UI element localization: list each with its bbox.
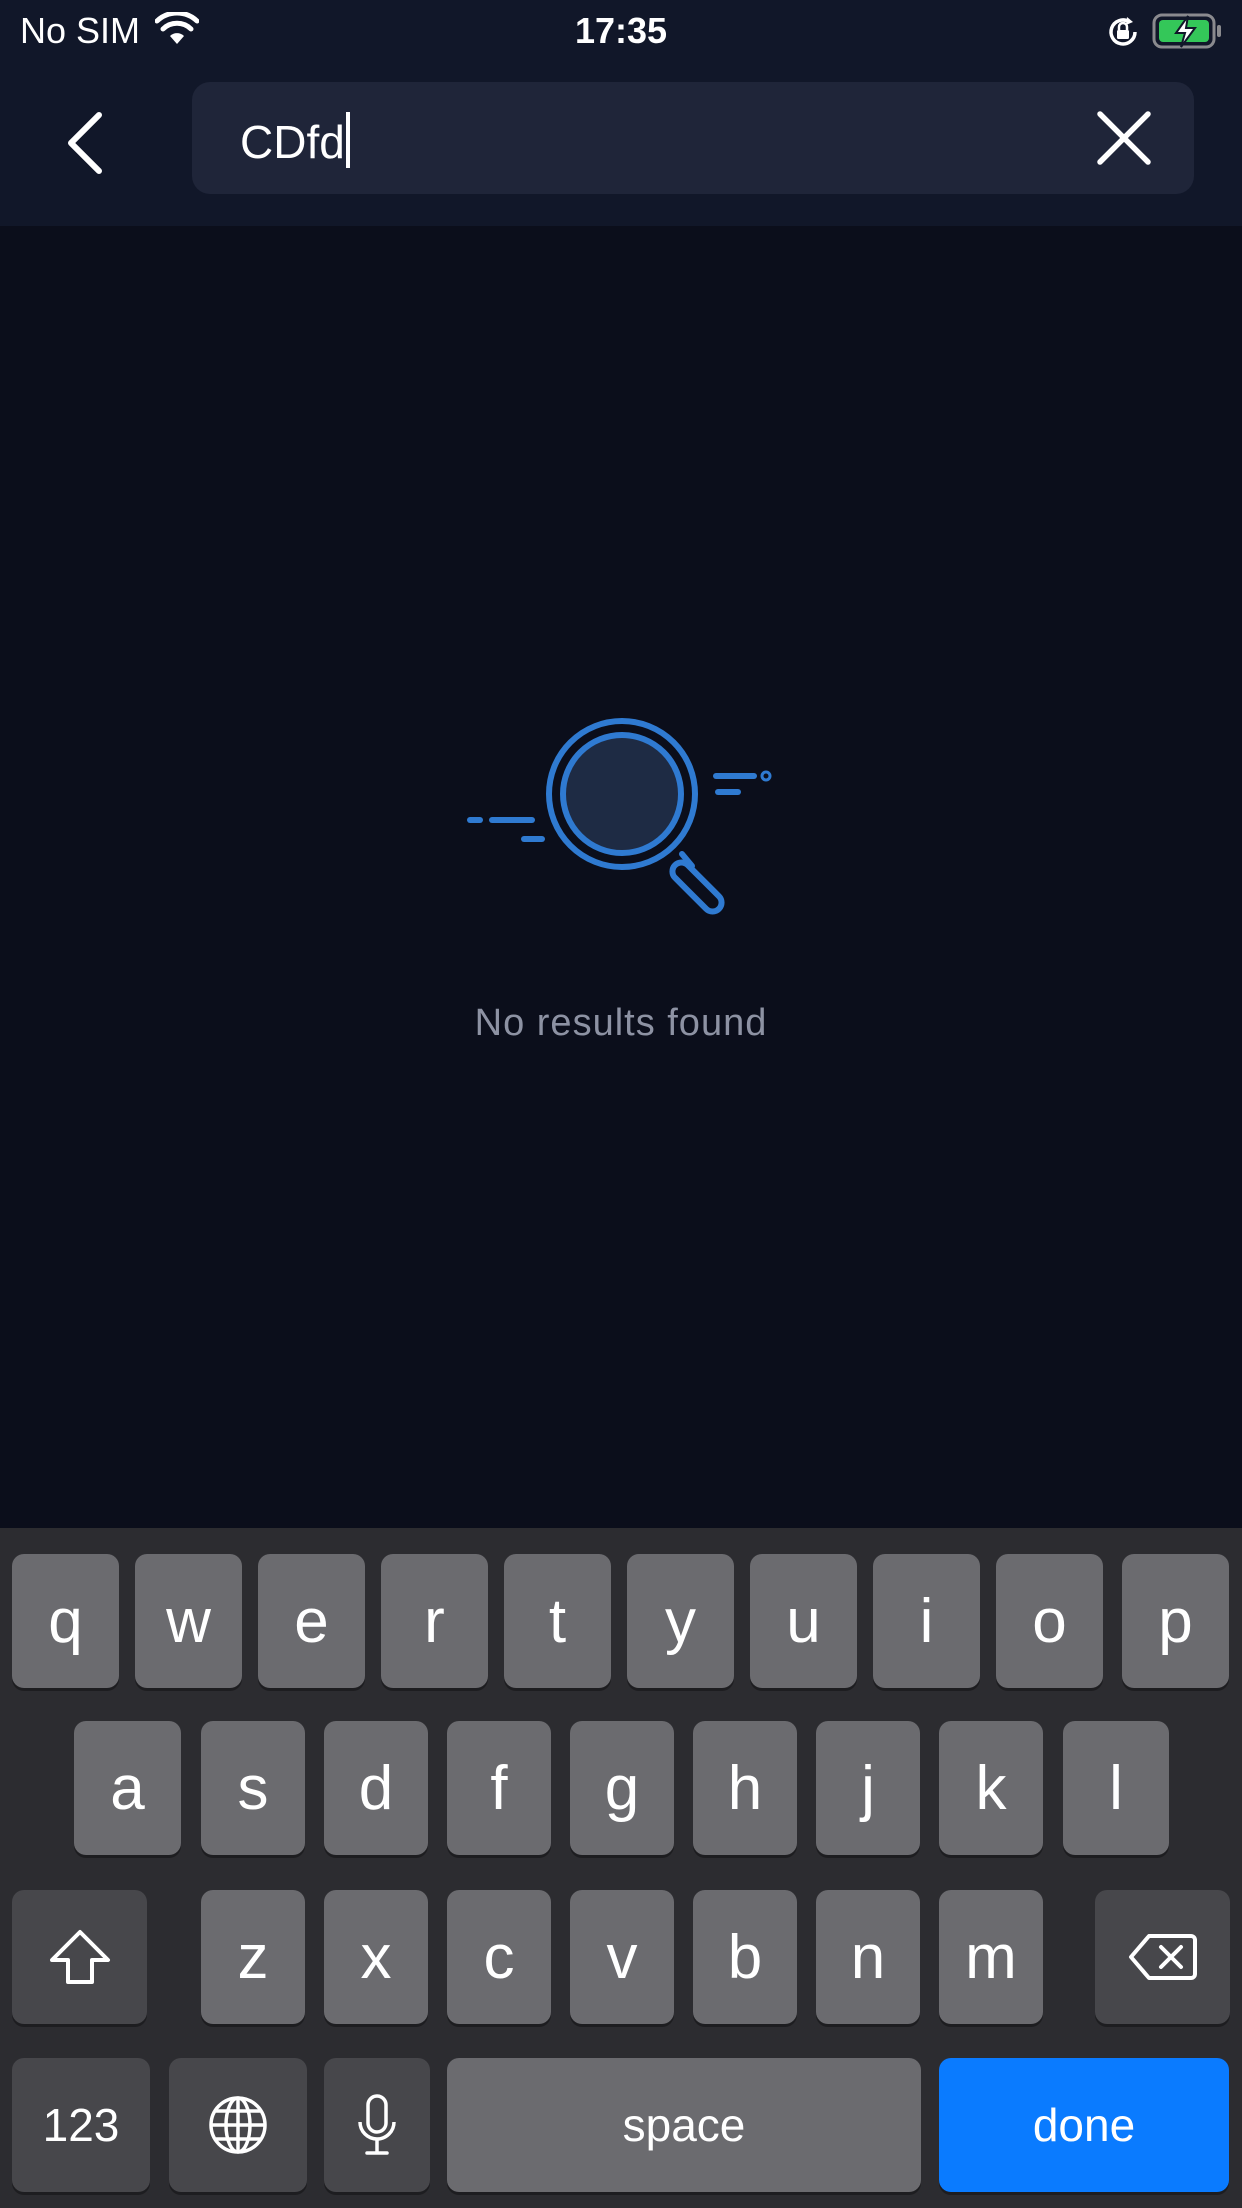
key-a[interactable]: a — [74, 1721, 181, 1855]
key-u[interactable]: u — [750, 1554, 857, 1688]
clock: 17:35 — [574, 10, 668, 51]
key-e[interactable]: e — [258, 1554, 365, 1688]
dictation-key[interactable] — [324, 2058, 430, 2192]
globe-icon — [209, 2096, 267, 2154]
search-header: CDfd — [0, 62, 1242, 226]
key-n[interactable]: n — [816, 1890, 920, 2024]
results-area: No results found — [0, 226, 1242, 1528]
key-w[interactable]: w — [135, 1554, 242, 1688]
microphone-icon — [358, 2094, 396, 2155]
key-j[interactable]: j — [816, 1721, 920, 1855]
clear-search-button[interactable] — [1094, 108, 1154, 168]
key-i[interactable]: i — [873, 1554, 980, 1688]
backspace-icon — [1128, 1934, 1197, 1980]
key-k[interactable]: k — [939, 1721, 1043, 1855]
empty-state-message: No results found — [474, 1002, 768, 1044]
key-l[interactable]: l — [1063, 1721, 1169, 1855]
key-o[interactable]: o — [996, 1554, 1103, 1688]
key-v[interactable]: v — [570, 1890, 674, 2024]
status-bar: No SIM 17:35 — [0, 0, 1242, 62]
battery-charging-icon — [1152, 12, 1224, 55]
numbers-key[interactable]: 123 — [12, 2058, 150, 2192]
key-g[interactable]: g — [570, 1721, 674, 1855]
key-x[interactable]: x — [324, 1890, 428, 2024]
done-key[interactable]: done — [939, 2058, 1229, 2192]
key-t[interactable]: t — [504, 1554, 611, 1688]
shift-key[interactable] — [12, 1890, 147, 2024]
backspace-key[interactable] — [1095, 1890, 1230, 2024]
key-p[interactable]: p — [1122, 1554, 1229, 1688]
orientation-lock-icon — [1105, 14, 1141, 55]
back-button[interactable] — [50, 98, 120, 188]
globe-key[interactable] — [169, 2058, 307, 2192]
close-icon — [1097, 111, 1151, 165]
key-z[interactable]: z — [201, 1890, 305, 2024]
key-y[interactable]: y — [627, 1554, 734, 1688]
key-h[interactable]: h — [693, 1721, 797, 1855]
key-f[interactable]: f — [447, 1721, 551, 1855]
key-b[interactable]: b — [693, 1890, 797, 2024]
on-screen-keyboard: q w e r t y u i o p a s d f g h j k l z … — [0, 1528, 1242, 2208]
text-cursor — [345, 112, 350, 168]
search-input[interactable]: CDfd — [240, 112, 350, 169]
magnifier-illustration — [467, 718, 772, 915]
search-field[interactable]: CDfd — [192, 82, 1194, 194]
key-d[interactable]: d — [324, 1721, 428, 1855]
key-c[interactable]: c — [447, 1890, 551, 2024]
chevron-left-icon — [68, 112, 102, 174]
key-s[interactable]: s — [201, 1721, 305, 1855]
shift-icon — [49, 1930, 110, 1984]
space-key[interactable]: space — [447, 2058, 921, 2192]
key-m[interactable]: m — [939, 1890, 1043, 2024]
key-q[interactable]: q — [12, 1554, 119, 1688]
key-r[interactable]: r — [381, 1554, 488, 1688]
